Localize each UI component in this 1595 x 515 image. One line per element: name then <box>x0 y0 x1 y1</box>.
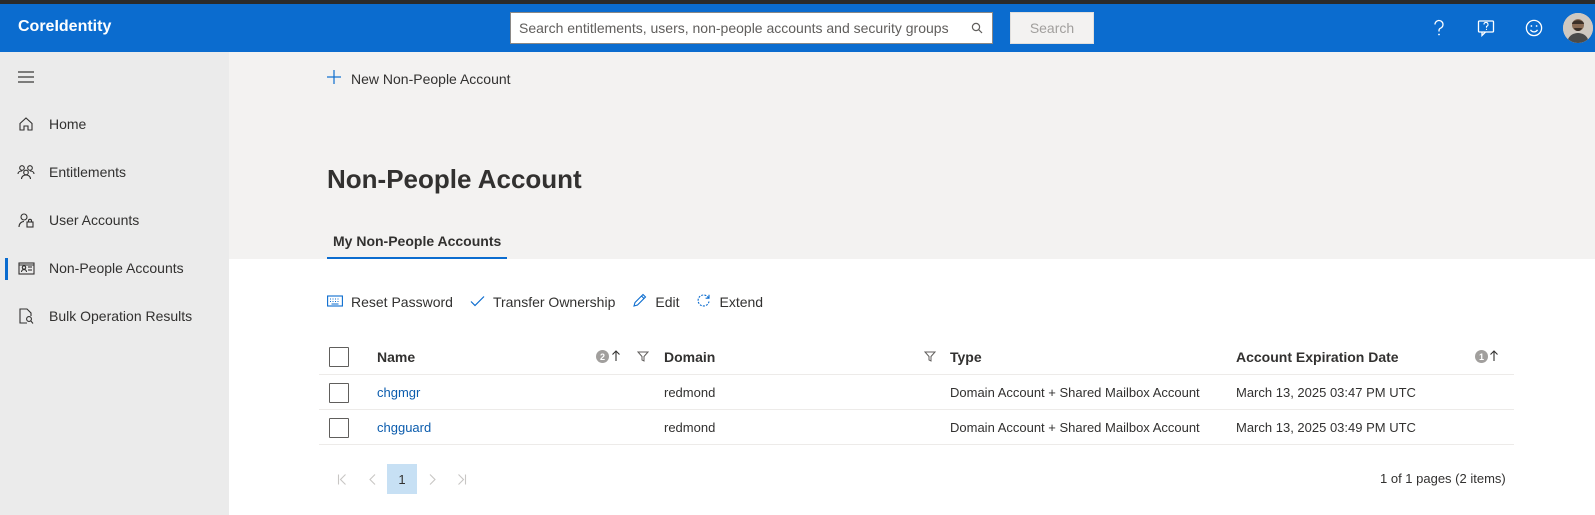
top-bar: CoreIdentity Search <box>0 4 1595 52</box>
sidebar-item-entitlements[interactable]: Entitlements <box>0 152 229 192</box>
table-row[interactable]: chgmgr redmond Domain Account + Shared M… <box>319 375 1514 410</box>
last-page-icon[interactable] <box>447 464 477 494</box>
sidebar-item-non-people-accounts[interactable]: Non-People Accounts <box>0 248 229 288</box>
keyboard-icon <box>327 294 343 310</box>
sidebar-item-label: Non-People Accounts <box>49 260 184 276</box>
search-icon[interactable] <box>962 13 992 43</box>
new-non-people-account-button[interactable]: New Non-People Account <box>327 70 511 87</box>
document-search-icon <box>17 307 35 325</box>
domain-cell: redmond <box>664 419 716 435</box>
column-header-label: Domain <box>664 348 716 365</box>
sidebar: Home Entitlements User Accounts Non-Peop… <box>0 52 229 515</box>
sidebar-item-label: Entitlements <box>49 164 127 180</box>
search-button[interactable]: Search <box>1010 12 1094 44</box>
checkmark-icon <box>470 294 485 310</box>
transfer-ownership-button[interactable]: Transfer Ownership <box>470 294 615 310</box>
page-number-button[interactable]: 1 <box>387 464 417 494</box>
refresh-icon <box>696 293 711 311</box>
main-header: New Non-People Account Non-People Accoun… <box>229 52 1595 259</box>
row-checkbox[interactable] <box>329 418 349 438</box>
pager: 1 <box>327 464 477 494</box>
domain-cell: redmond <box>664 384 716 400</box>
add-icon <box>327 70 341 87</box>
extend-button[interactable]: Extend <box>696 293 763 311</box>
accounts-table: Name 2 Domain Type Account Expiration Da… <box>319 339 1514 445</box>
new-button-label: New Non-People Account <box>351 70 511 87</box>
type-cell: Domain Account + Shared Mailbox Account <box>950 384 1200 400</box>
edit-button[interactable]: Edit <box>632 293 679 311</box>
column-header-account-expiration-date[interactable]: Account Expiration Date <box>1236 339 1399 374</box>
expiration-cell: March 13, 2025 03:47 PM UTC <box>1236 384 1416 400</box>
edit-label: Edit <box>655 294 680 310</box>
hamburger-menu-icon[interactable] <box>17 70 35 84</box>
sort-order-badge: 1 <box>1475 350 1488 363</box>
people-icon <box>17 163 35 181</box>
search-input[interactable] <box>511 13 962 43</box>
command-bar: Reset Password Transfer Ownership Edit E… <box>327 290 780 314</box>
account-name-link[interactable]: chgmgr <box>377 385 420 400</box>
edit-icon <box>632 293 647 311</box>
smiley-icon[interactable] <box>1522 16 1546 40</box>
tab-my-non-people-accounts[interactable]: My Non-People Accounts <box>327 224 508 259</box>
table-row[interactable]: chgguard redmond Domain Account + Shared… <box>319 410 1514 445</box>
domain-filter-icon[interactable] <box>924 339 936 374</box>
sidebar-item-label: Bulk Operation Results <box>49 308 193 324</box>
sort-order-badge: 2 <box>596 350 609 363</box>
column-header-label: Name <box>377 348 416 365</box>
home-icon <box>17 115 35 133</box>
table-header-row: Name 2 Domain Type Account Expiration Da… <box>319 339 1514 375</box>
sidebar-item-label: User Accounts <box>49 212 140 228</box>
type-cell: Domain Account + Shared Mailbox Account <box>950 419 1200 435</box>
column-header-name[interactable]: Name <box>377 339 415 374</box>
select-all-checkbox[interactable] <box>329 347 349 367</box>
extend-label: Extend <box>719 294 764 310</box>
search-box <box>510 12 993 44</box>
sidebar-item-home[interactable]: Home <box>0 104 229 144</box>
sidebar-item-bulk-operation-results[interactable]: Bulk Operation Results <box>0 296 229 336</box>
transfer-ownership-label: Transfer Ownership <box>492 294 616 310</box>
reset-password-label: Reset Password <box>351 294 453 310</box>
column-header-label: Account Expiration Date <box>1236 348 1399 365</box>
name-sort-indicator[interactable]: 2 <box>596 339 621 374</box>
column-header-type[interactable]: Type <box>950 339 982 374</box>
sort-ascending-icon <box>1489 349 1499 365</box>
expiration-cell: March 13, 2025 03:49 PM UTC <box>1236 419 1416 435</box>
column-header-domain[interactable]: Domain <box>664 339 715 374</box>
sidebar-item-label: Home <box>49 116 87 132</box>
page-title: Non-People Account <box>327 164 582 194</box>
column-header-label: Type <box>950 348 982 365</box>
user-lock-icon <box>17 211 35 229</box>
feedback-icon[interactable] <box>1474 16 1498 40</box>
app-window: CoreIdentity Search Home <box>0 4 1595 515</box>
brand-title[interactable]: CoreIdentity <box>18 18 111 36</box>
next-page-icon[interactable] <box>417 464 447 494</box>
first-page-icon[interactable] <box>327 464 357 494</box>
name-filter-icon[interactable] <box>637 339 649 374</box>
sidebar-item-user-accounts[interactable]: User Accounts <box>0 200 229 240</box>
previous-page-icon[interactable] <box>357 464 387 494</box>
pager-info: 1 of 1 pages (2 items) <box>1380 471 1506 486</box>
row-checkbox[interactable] <box>329 383 349 403</box>
sort-ascending-icon <box>611 349 621 365</box>
expiration-sort-indicator[interactable]: 1 <box>1475 339 1499 374</box>
account-name-link[interactable]: chgguard <box>377 420 431 435</box>
help-icon[interactable] <box>1427 16 1451 40</box>
avatar[interactable] <box>1563 13 1593 43</box>
contact-card-icon <box>17 259 35 277</box>
reset-password-button[interactable]: Reset Password <box>327 294 453 310</box>
